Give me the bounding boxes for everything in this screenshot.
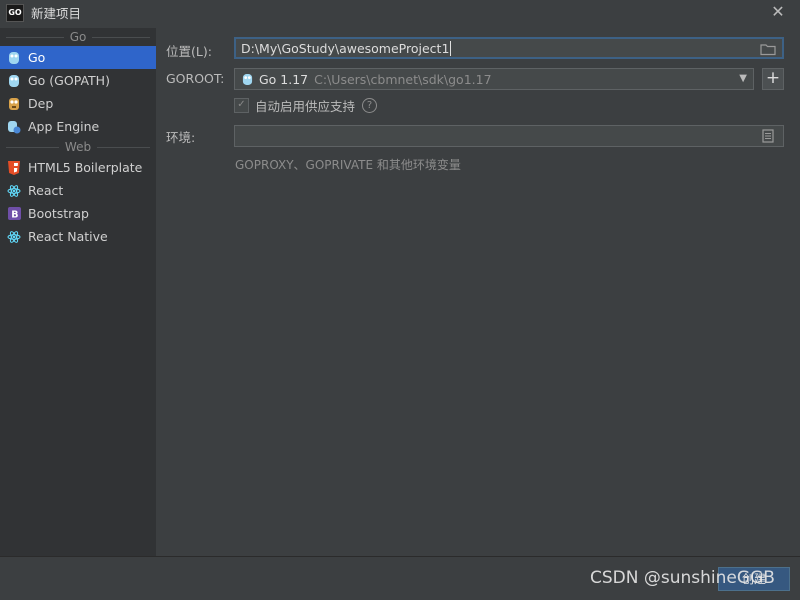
svg-text:B: B bbox=[11, 209, 18, 220]
sidebar-item-dep[interactable]: Dep bbox=[0, 92, 156, 115]
app-engine-icon bbox=[6, 119, 22, 135]
html5-icon bbox=[6, 160, 22, 176]
plus-icon: + bbox=[765, 68, 781, 88]
goroot-version: Go 1.17 bbox=[259, 71, 309, 87]
chevron-down-icon: ▼ bbox=[739, 73, 747, 84]
sidebar-item-react[interactable]: React bbox=[0, 179, 156, 202]
sidebar-item-react-native[interactable]: React Native bbox=[0, 225, 156, 248]
window-title: 新建项目 bbox=[31, 6, 82, 21]
bootstrap-icon: B bbox=[6, 206, 22, 222]
location-value: D:\My\GoStudy\awesomeProject1 bbox=[241, 40, 450, 56]
group-header-web: Web bbox=[0, 138, 156, 156]
react-icon bbox=[6, 229, 22, 245]
gopher-icon bbox=[6, 50, 22, 66]
gopher-icon bbox=[6, 73, 22, 89]
goroot-select[interactable]: Go 1.17 C:\Users\cbmnet\sdk\go1.17 ▼ bbox=[234, 68, 754, 90]
react-icon bbox=[6, 183, 22, 199]
location-input[interactable]: D:\My\GoStudy\awesomeProject1 bbox=[234, 37, 784, 59]
gopher-icon bbox=[242, 73, 253, 86]
sidebar-item-bootstrap[interactable]: B Bootstrap bbox=[0, 202, 156, 225]
environment-input[interactable] bbox=[234, 125, 784, 147]
location-label: 位置(L): bbox=[166, 44, 212, 59]
dep-icon bbox=[6, 96, 22, 112]
sidebar-item-go-gopath[interactable]: Go (GOPATH) bbox=[0, 69, 156, 92]
edit-list-icon[interactable] bbox=[761, 129, 777, 143]
vendoring-label: 自动启用供应支持 bbox=[255, 99, 356, 114]
help-icon[interactable]: ? bbox=[362, 98, 378, 113]
goroot-label: GOROOT: bbox=[166, 71, 225, 86]
close-icon: ✕ bbox=[771, 2, 785, 21]
group-header-go: Go bbox=[0, 28, 156, 46]
goroot-path: C:\Users\cbmnet\sdk\go1.17 bbox=[314, 71, 492, 87]
vendoring-checkbox[interactable]: ✓ bbox=[234, 98, 249, 113]
sidebar-item-app-engine[interactable]: App Engine bbox=[0, 115, 156, 138]
project-type-sidebar: Go Go Go (GOPATH) Dep App Engine Web HTM… bbox=[0, 28, 156, 556]
watermark: CSDN @sunshineGGB bbox=[590, 568, 775, 588]
environment-label: 环境: bbox=[166, 130, 196, 145]
add-sdk-button[interactable]: + bbox=[762, 68, 784, 90]
sidebar-item-go[interactable]: Go bbox=[0, 46, 156, 69]
environment-hint: GOPROXY、GOPRIVATE 和其他环境变量 bbox=[235, 158, 461, 172]
close-button[interactable]: ✕ bbox=[770, 4, 786, 20]
title-bar: GO 新建项目 ✕ bbox=[0, 0, 800, 25]
folder-icon[interactable] bbox=[760, 42, 776, 56]
sidebar-item-html5-boilerplate[interactable]: HTML5 Boilerplate bbox=[0, 156, 156, 179]
vendoring-option[interactable]: ✓ 自动启用供应支持 ? bbox=[234, 96, 378, 115]
goland-app-icon: GO bbox=[6, 3, 24, 22]
text-caret bbox=[450, 40, 452, 56]
